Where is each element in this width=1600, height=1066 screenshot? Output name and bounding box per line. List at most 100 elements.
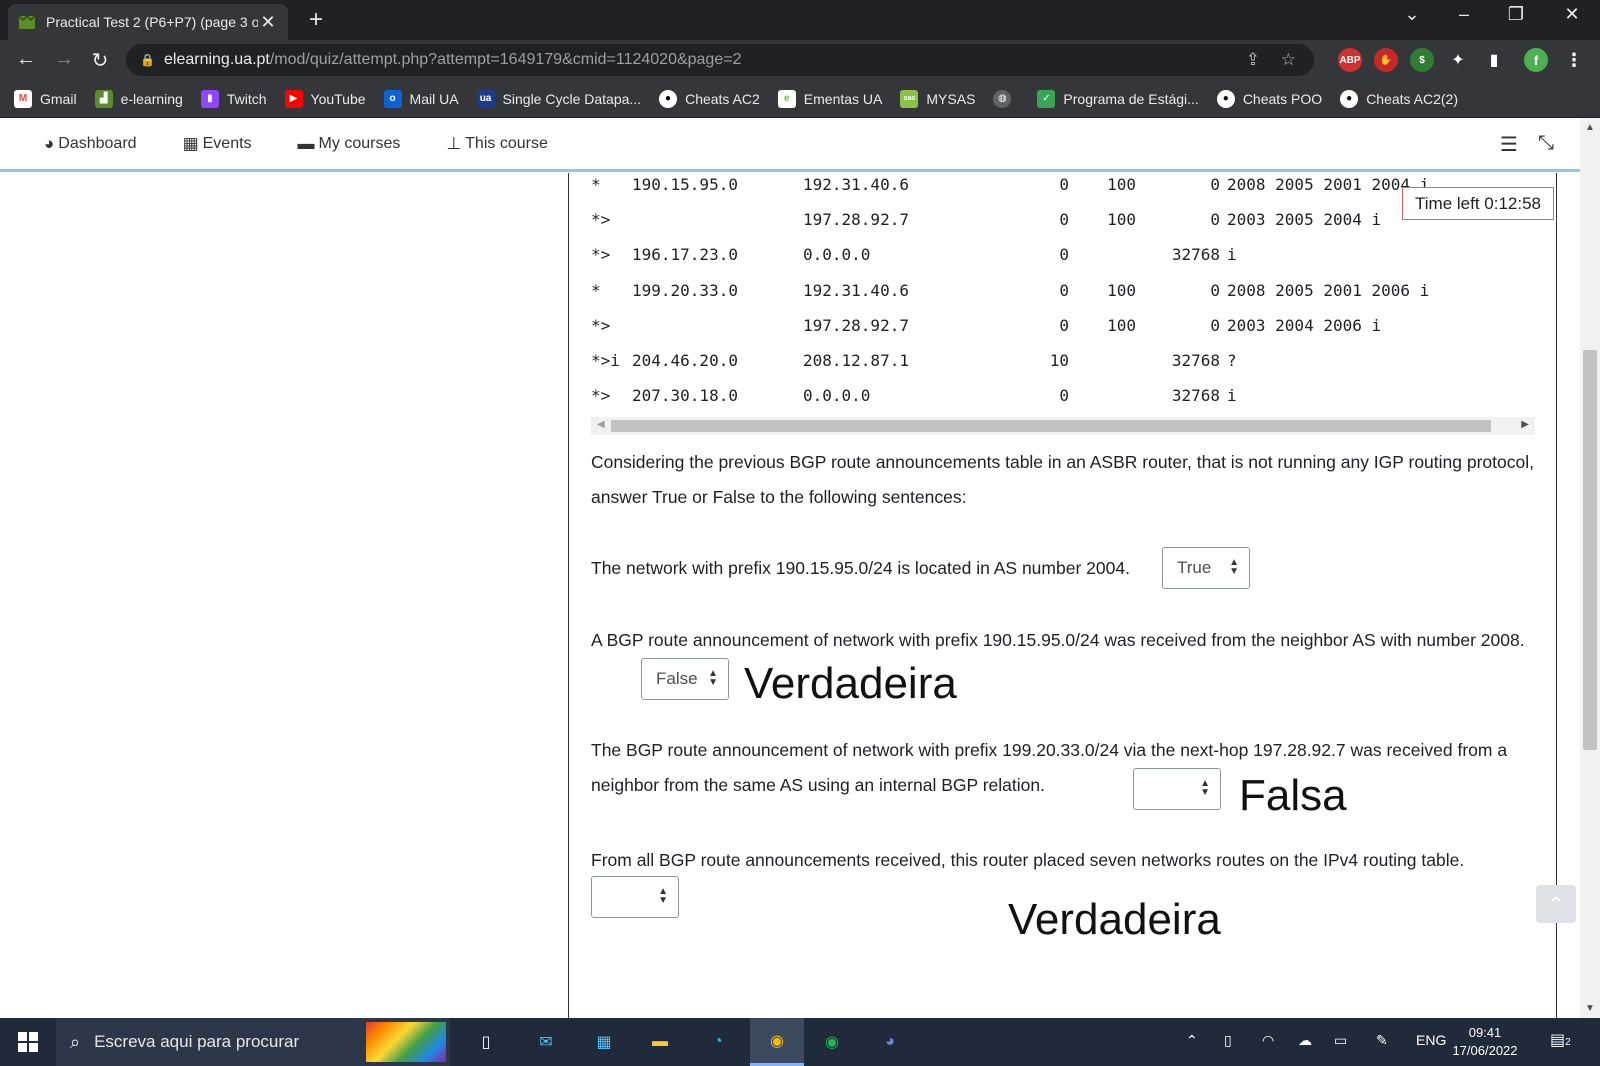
scroll-right-icon[interactable]: ▶: [1521, 419, 1529, 430]
bookmark-youtube[interactable]: ▶ YouTube: [284, 89, 366, 108]
scroll-up-icon[interactable]: ▲: [1585, 122, 1595, 133]
bookmark-cheats-poo[interactable]: ● Cheats POO: [1216, 89, 1322, 108]
page-content: * 190.15.95.0 192.31.40.6 0 100 0 2008 2005 20…: [0, 173, 1580, 1018]
answer-select-2[interactable]: False ▲ ▼: [641, 658, 729, 700]
scrollbar-thumb[interactable]: [1583, 350, 1597, 750]
answer-select-4[interactable]: ▲ ▼: [591, 876, 679, 918]
mail-app-icon[interactable]: ✉: [526, 1024, 566, 1060]
sitemap-icon: ⊥: [446, 133, 462, 153]
briefcase-icon: ▬: [297, 133, 315, 153]
handwritten-annotation-1: Verdadeira: [744, 659, 957, 708]
discord-app-icon[interactable]: ◕: [870, 1024, 910, 1060]
bookmark-twitch[interactable]: ▮ Twitch: [200, 89, 267, 108]
cell-network: 196.17.23.0: [632, 245, 738, 265]
tray-expand-icon[interactable]: ⌃: [1186, 1032, 1198, 1049]
cell-flag: *>: [591, 210, 611, 230]
scroll-down-icon[interactable]: ▼: [1585, 1003, 1595, 1014]
hand-extension-icon[interactable]: ✋: [1374, 48, 1398, 72]
nav-dashboard[interactable]: ◕ Dashboard: [44, 134, 137, 154]
side-panel-icon[interactable]: ▮: [1482, 48, 1506, 72]
bookmark-globe[interactable]: ◍: [993, 89, 1019, 108]
start-button[interactable]: [0, 1018, 56, 1066]
cell-weight: 0: [1210, 315, 1220, 335]
store-app-icon[interactable]: ▦: [584, 1024, 624, 1060]
collapse-icon[interactable]: ⤡: [1538, 132, 1554, 155]
onedrive-icon[interactable]: ☁: [1298, 1032, 1312, 1049]
search-placeholder: Escreva aqui para procurar: [94, 1032, 300, 1051]
back-button[interactable]: ←: [12, 48, 40, 71]
pen-icon[interactable]: ✎: [1376, 1032, 1388, 1049]
adblock-icon[interactable]: ABP: [1338, 48, 1362, 72]
cell-path: ?: [1227, 350, 1237, 370]
cell-next-hop: 0.0.0.0: [803, 386, 871, 406]
cell-metric: 0: [1059, 210, 1069, 230]
github-icon: ●: [1340, 89, 1359, 108]
menu-kebab-icon[interactable]: ⋮: [1562, 48, 1586, 72]
nav-events[interactable]: ▦ Events: [183, 134, 252, 154]
bookmark-gmail[interactable]: M Gmail: [14, 89, 77, 108]
cell-metric: 0: [1059, 175, 1069, 194]
edge-app-icon[interactable]: ◔: [698, 1024, 738, 1060]
browser-tab[interactable]: Practical Test 2 (P6+P7) (page 3 o ✕: [8, 4, 288, 40]
table-horizontal-scrollbar[interactable]: ◀ ▶: [591, 417, 1535, 435]
select-arrows-icon: ▲ ▼: [658, 886, 668, 906]
back-to-top-button[interactable]: ⌃: [1536, 885, 1576, 923]
bookmark-mail-ua[interactable]: o Mail UA: [383, 89, 459, 108]
bookmark-elearning[interactable]: ▟ e-learning: [94, 89, 183, 108]
elearning-favicon-icon: [18, 14, 36, 29]
notifications-icon[interactable]: ▤2: [1550, 1030, 1571, 1050]
bookmark-cheats-ac2[interactable]: ● Cheats AC2: [659, 89, 760, 108]
nav-my-courses[interactable]: ▬ My courses: [298, 134, 401, 154]
handwritten-annotation-2: Falsa: [1239, 771, 1347, 820]
share-icon[interactable]: ⇪: [1246, 50, 1260, 70]
bookmark-mysas[interactable]: sas MYSAS: [900, 89, 975, 108]
restore-button[interactable]: ❐: [1496, 4, 1536, 25]
new-tab-button[interactable]: +: [302, 6, 330, 34]
task-view-icon[interactable]: ▯: [466, 1024, 506, 1060]
wifi-icon[interactable]: ◠: [1262, 1032, 1274, 1049]
scrollbar-thumb[interactable]: [611, 420, 1491, 432]
bookmark-ementas-ua[interactable]: e Ementas UA: [777, 89, 882, 108]
taskbar-search-box[interactable]: ⌕ Escreva aqui para procurar: [56, 1018, 450, 1066]
bookmark-cheats-ac2-2[interactable]: ● Cheats AC2(2): [1340, 89, 1458, 108]
cell-network: 199.20.33.0: [632, 280, 738, 300]
battery-icon[interactable]: ▭: [1334, 1032, 1347, 1049]
drawer-toggle-icon[interactable]: ☰: [1500, 132, 1518, 157]
cell-weight: 32768: [1171, 245, 1220, 265]
system-clock[interactable]: 09:41 17/06/2022: [1442, 1024, 1528, 1060]
reload-button[interactable]: ↻: [86, 48, 114, 73]
cell-flag: *>i: [591, 350, 620, 370]
bookmark-star-icon[interactable]: ☆: [1281, 50, 1296, 70]
minimize-button[interactable]: –: [1444, 4, 1484, 25]
bookmark-programa-estagio[interactable]: ✓ Programa de Estági...: [1037, 89, 1199, 108]
cell-next-hop: 197.28.92.7: [803, 315, 909, 335]
chrome-app-icon[interactable]: ◉: [750, 1018, 804, 1066]
address-bar[interactable]: 🔒 elearning.ua.pt/mod/quiz/attempt.php?a…: [126, 44, 1314, 76]
close-tab-icon[interactable]: ✕: [258, 12, 278, 33]
bookmark-single-cycle[interactable]: ua Single Cycle Datapa...: [476, 89, 641, 108]
page-vertical-scrollbar[interactable]: ▲ ▼: [1580, 118, 1600, 1018]
cell-metric: 0: [1059, 315, 1069, 335]
answer-select-1[interactable]: True ▲ ▼: [1162, 547, 1250, 589]
nav-this-course[interactable]: ⊥ This course: [446, 134, 548, 154]
answer-select-3[interactable]: ▲ ▼: [1133, 768, 1221, 810]
device-icon[interactable]: ▯: [1224, 1032, 1232, 1049]
moodle-navbar: ◕ Dashboard ▦ Events ▬ My courses ⊥ This cou…: [0, 118, 1580, 172]
extensions-puzzle-icon[interactable]: ✦: [1446, 48, 1470, 72]
scroll-left-icon[interactable]: ◀: [597, 419, 605, 430]
bgp-route-table: * 190.15.95.0 192.31.40.6 0 100 0 2008 2005 20…: [591, 173, 1535, 419]
forward-button[interactable]: →: [50, 48, 78, 71]
money-extension-icon[interactable]: $: [1410, 48, 1434, 72]
close-window-button[interactable]: ✕: [1552, 4, 1592, 25]
cell-next-hop: 192.31.40.6: [803, 175, 909, 194]
youtube-icon: ▶: [284, 89, 303, 108]
chevron-up-icon: ⌃: [1547, 893, 1565, 916]
table-row: *> 207.30.18.0 0.0.0.0 0 32768 i: [591, 384, 1535, 419]
profile-avatar[interactable]: f: [1524, 48, 1548, 72]
cell-weight: 32768: [1171, 350, 1220, 370]
spotify-app-icon[interactable]: ◉: [812, 1024, 852, 1060]
cell-flag: *: [591, 280, 601, 300]
calendar-icon: ▦: [182, 133, 199, 153]
file-explorer-icon[interactable]: ▬: [640, 1024, 680, 1060]
tab-search-icon[interactable]: ⌄: [1392, 4, 1432, 25]
